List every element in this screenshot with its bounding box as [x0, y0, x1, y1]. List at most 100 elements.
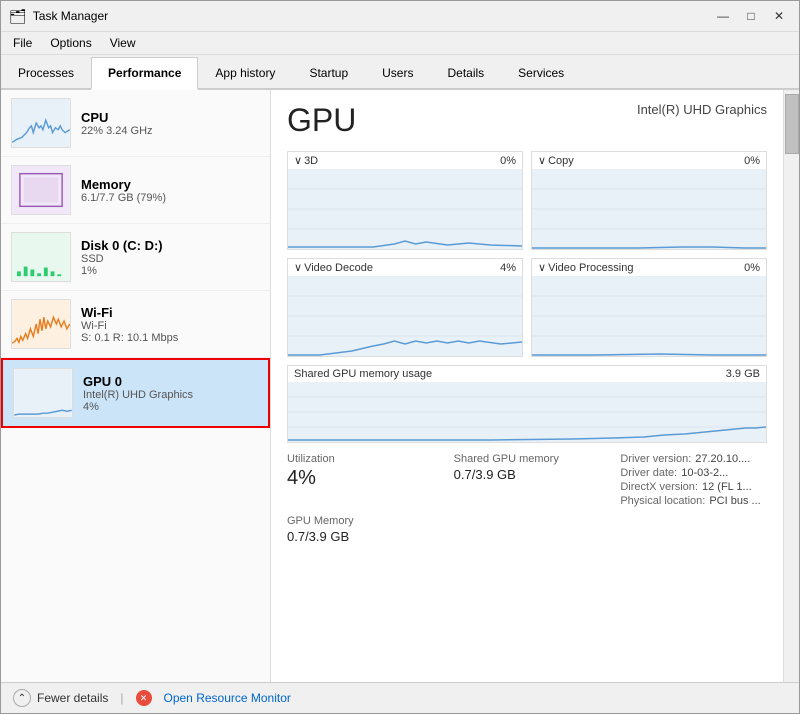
- gpu-model: Intel(R) UHD Graphics: [637, 102, 767, 117]
- tab-bar: Processes Performance App history Startu…: [1, 55, 799, 90]
- graph-3d-percent: 0%: [500, 155, 516, 167]
- graph-copy-header: ∨ Copy 0%: [532, 152, 766, 169]
- graph-copy-label: Copy: [548, 155, 574, 167]
- shared-memory-chart: [288, 382, 766, 442]
- shared-memory-label: Shared GPU memory usage: [294, 368, 432, 380]
- graph-3d-chevron[interactable]: ∨: [294, 154, 302, 167]
- memory-sub: 6.1/7.7 GB (79%): [81, 192, 260, 204]
- wifi-thumbnail: [11, 299, 71, 349]
- shared-mem-stat-label: Shared GPU memory: [454, 453, 601, 465]
- sidebar: CPU 22% 3.24 GHz Memory 6.1/7.7 GB (79%): [1, 90, 271, 682]
- cpu-sub: 22% 3.24 GHz: [81, 125, 260, 137]
- gpu0-sub1: Intel(R) UHD Graphics: [83, 389, 258, 401]
- utilization-label: Utilization: [287, 453, 434, 465]
- fewer-details-label: Fewer details: [37, 691, 108, 705]
- tab-app-history[interactable]: App history: [198, 57, 292, 90]
- wifi-info: Wi-Fi Wi-Fi S: 0.1 R: 10.1 Mbps: [81, 305, 260, 344]
- gpu0-info: GPU 0 Intel(R) UHD Graphics 4%: [83, 374, 258, 413]
- maximize-button[interactable]: □: [739, 7, 763, 25]
- location-value: PCI bus ...: [709, 495, 760, 507]
- title-bar-left: 🗂 Task Manager: [9, 8, 108, 25]
- graph-video-processing-label: Video Processing: [548, 262, 633, 274]
- content-area: CPU 22% 3.24 GHz Memory 6.1/7.7 GB (79%): [1, 90, 799, 682]
- window-title: Task Manager: [33, 9, 108, 23]
- app-icon: 🗂: [9, 8, 27, 25]
- shared-memory-block: Shared GPU memory usage 3.9 GB: [287, 365, 767, 443]
- shared-memory-value: 3.9 GB: [726, 368, 760, 380]
- gpu-mem-row: GPU Memory 0.7/3.9 GB: [287, 515, 767, 544]
- tab-startup[interactable]: Startup: [292, 57, 365, 90]
- sidebar-item-gpu0[interactable]: GPU 0 Intel(R) UHD Graphics 4%: [1, 358, 270, 428]
- driver-date-value: 10-03-2...: [681, 467, 728, 479]
- stats-row: Utilization 4% Shared GPU memory 0.7/3.9…: [287, 453, 767, 509]
- tab-processes[interactable]: Processes: [1, 57, 91, 90]
- driver-info-block: Driver version: 27.20.10.... Driver date…: [620, 453, 767, 509]
- graph-copy-chevron[interactable]: ∨: [538, 154, 546, 167]
- graph-video-processing: ∨ Video Processing 0%: [531, 258, 767, 357]
- directx-row: DirectX version: 12 (FL 1...: [620, 481, 767, 493]
- disk-info: Disk 0 (C: D:) SSD 1%: [81, 238, 260, 277]
- open-resource-monitor-link[interactable]: Open Resource Monitor: [164, 691, 291, 705]
- driver-date-label: Driver date:: [620, 467, 677, 479]
- graph-video-decode-chevron[interactable]: ∨: [294, 261, 302, 274]
- menu-view[interactable]: View: [102, 34, 144, 52]
- task-manager-window: 🗂 Task Manager — □ ✕ File Options View P…: [0, 0, 800, 714]
- resource-monitor-icon: ✕: [136, 690, 152, 706]
- memory-name: Memory: [81, 177, 260, 192]
- close-button[interactable]: ✕: [767, 7, 791, 25]
- driver-info: Driver version: 27.20.10.... Driver date…: [620, 453, 767, 507]
- sidebar-item-memory[interactable]: Memory 6.1/7.7 GB (79%): [1, 157, 270, 224]
- directx-value: 12 (FL 1...: [702, 481, 752, 493]
- graph-3d-label: 3D: [304, 155, 318, 167]
- scrollbar-thumb[interactable]: [785, 94, 799, 154]
- tab-details[interactable]: Details: [430, 57, 501, 90]
- driver-date-row: Driver date: 10-03-2...: [620, 467, 767, 479]
- minimize-button[interactable]: —: [711, 7, 735, 25]
- disk-sub1: SSD: [81, 253, 260, 265]
- menu-options[interactable]: Options: [42, 34, 99, 52]
- disk-thumbnail: [11, 232, 71, 282]
- tab-users[interactable]: Users: [365, 57, 430, 90]
- directx-label: DirectX version:: [620, 481, 698, 493]
- disk-sub2: 1%: [81, 265, 260, 277]
- title-bar-controls: — □ ✕: [711, 7, 791, 25]
- graph-video-decode: ∨ Video Decode 4%: [287, 258, 523, 357]
- graph-3d: ∨ 3D 0%: [287, 151, 523, 250]
- cpu-info: CPU 22% 3.24 GHz: [81, 110, 260, 137]
- shared-mem-stat-block: Shared GPU memory 0.7/3.9 GB: [454, 453, 601, 509]
- graph-video-decode-label: Video Decode: [304, 262, 373, 274]
- gpu-header: GPU Intel(R) UHD Graphics: [287, 102, 767, 139]
- gpu0-name: GPU 0: [83, 374, 258, 389]
- shared-mem-stat-value: 0.7/3.9 GB: [454, 467, 601, 482]
- tab-services[interactable]: Services: [501, 57, 581, 90]
- menu-file[interactable]: File: [5, 34, 40, 52]
- graph-copy-percent: 0%: [744, 155, 760, 167]
- tab-performance[interactable]: Performance: [91, 57, 198, 90]
- gpu-thumbnail: [13, 368, 73, 418]
- graph-video-processing-header: ∨ Video Processing 0%: [532, 259, 766, 276]
- sidebar-item-cpu[interactable]: CPU 22% 3.24 GHz: [1, 90, 270, 157]
- graph-video-decode-header: ∨ Video Decode 4%: [288, 259, 522, 276]
- gpu0-sub2: 4%: [83, 401, 258, 413]
- wifi-sub1: Wi-Fi: [81, 320, 260, 332]
- gpu-mem-value: 0.7/3.9 GB: [287, 529, 767, 544]
- driver-version-value: 27.20.10....: [695, 453, 750, 465]
- utilization-value: 4%: [287, 467, 434, 490]
- sidebar-item-wifi[interactable]: Wi-Fi Wi-Fi S: 0.1 R: 10.1 Mbps: [1, 291, 270, 358]
- sidebar-item-disk[interactable]: Disk 0 (C: D:) SSD 1%: [1, 224, 270, 291]
- fewer-details-icon: ⌃: [13, 689, 31, 707]
- wifi-name: Wi-Fi: [81, 305, 260, 320]
- shared-memory-header: Shared GPU memory usage 3.9 GB: [288, 366, 766, 382]
- graph-video-processing-chevron[interactable]: ∨: [538, 261, 546, 274]
- gpu-mem-label: GPU Memory: [287, 515, 767, 527]
- wifi-sub2: S: 0.1 R: 10.1 Mbps: [81, 332, 260, 344]
- location-label: Physical location:: [620, 495, 705, 507]
- footer: ⌃ Fewer details | ✕ Open Resource Monito…: [1, 682, 799, 713]
- fewer-details-button[interactable]: ⌃ Fewer details: [13, 689, 108, 707]
- graph-copy-chart: [532, 169, 766, 249]
- memory-thumbnail: [11, 165, 71, 215]
- scrollbar[interactable]: [783, 90, 799, 682]
- menu-bar: File Options View: [1, 32, 799, 55]
- location-row: Physical location: PCI bus ...: [620, 495, 767, 507]
- title-bar: 🗂 Task Manager — □ ✕: [1, 1, 799, 32]
